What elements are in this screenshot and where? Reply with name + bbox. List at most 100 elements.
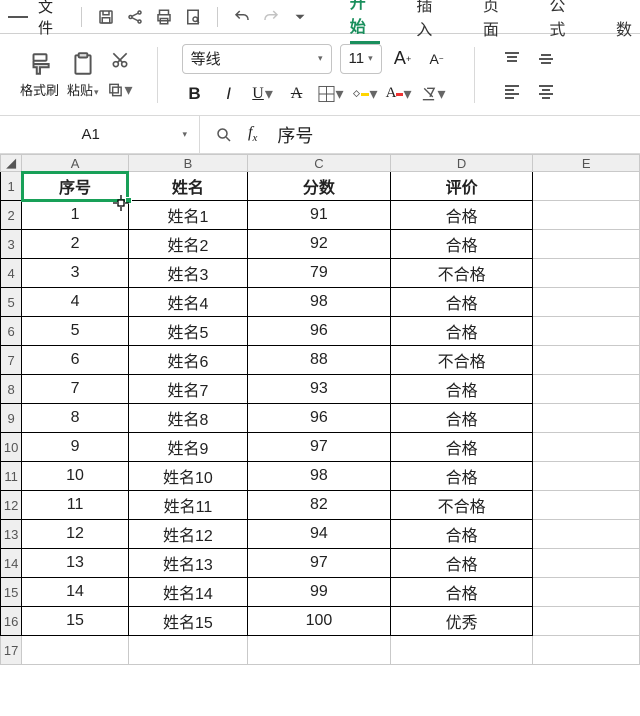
cell-E1[interactable] bbox=[533, 172, 640, 201]
cell[interactable]: 不合格 bbox=[390, 346, 533, 375]
col-header-E[interactable]: E bbox=[533, 155, 640, 172]
cell[interactable]: 99 bbox=[248, 578, 391, 607]
row-header[interactable]: 9 bbox=[1, 404, 22, 433]
cell[interactable] bbox=[533, 346, 640, 375]
cell[interactable]: 姓名12 bbox=[128, 520, 247, 549]
cell-A1[interactable]: 序号 bbox=[22, 172, 129, 201]
italic-icon[interactable]: I bbox=[216, 82, 242, 106]
zoom-icon[interactable] bbox=[214, 125, 234, 145]
cell[interactable]: 4 bbox=[22, 288, 129, 317]
cell-D1[interactable]: 评价 bbox=[390, 172, 533, 201]
cell[interactable] bbox=[533, 578, 640, 607]
cell[interactable] bbox=[533, 636, 640, 665]
row-header[interactable]: 12 bbox=[1, 491, 22, 520]
cell[interactable]: 优秀 bbox=[390, 607, 533, 636]
cell[interactable]: 不合格 bbox=[390, 259, 533, 288]
cell[interactable]: 合格 bbox=[390, 549, 533, 578]
save-icon[interactable] bbox=[96, 7, 115, 27]
format-painter-button[interactable]: 格式刷 bbox=[20, 50, 59, 99]
cell[interactable]: 合格 bbox=[390, 317, 533, 346]
cell[interactable]: 姓名15 bbox=[128, 607, 247, 636]
copy-icon[interactable]: ▾ bbox=[107, 78, 133, 102]
cell[interactable]: 合格 bbox=[390, 404, 533, 433]
cell[interactable] bbox=[533, 259, 640, 288]
cell[interactable] bbox=[533, 288, 640, 317]
cell[interactable]: 15 bbox=[22, 607, 129, 636]
cell[interactable]: 不合格 bbox=[390, 491, 533, 520]
align-middle-icon[interactable] bbox=[533, 47, 559, 71]
cell[interactable]: 98 bbox=[248, 462, 391, 491]
cell[interactable]: 6 bbox=[22, 346, 129, 375]
col-header-C[interactable]: C bbox=[248, 155, 391, 172]
cell[interactable]: 12 bbox=[22, 520, 129, 549]
fx-icon[interactable]: fx bbox=[248, 124, 257, 144]
cell[interactable]: 合格 bbox=[390, 578, 533, 607]
cell[interactable] bbox=[248, 636, 391, 665]
cell[interactable] bbox=[533, 201, 640, 230]
cell[interactable]: 姓名5 bbox=[128, 317, 247, 346]
cell[interactable] bbox=[533, 520, 640, 549]
cell[interactable]: 3 bbox=[22, 259, 129, 288]
name-box[interactable]: A1 ▾ bbox=[0, 116, 200, 153]
cell[interactable] bbox=[533, 230, 640, 259]
cell[interactable]: 姓名14 bbox=[128, 578, 247, 607]
cell[interactable] bbox=[533, 607, 640, 636]
cell[interactable]: 96 bbox=[248, 317, 391, 346]
cell[interactable]: 合格 bbox=[390, 288, 533, 317]
align-top-icon[interactable] bbox=[499, 47, 525, 71]
col-header-D[interactable]: D bbox=[390, 155, 533, 172]
cell[interactable]: 姓名2 bbox=[128, 230, 247, 259]
cell[interactable]: 姓名7 bbox=[128, 375, 247, 404]
cell[interactable]: 96 bbox=[248, 404, 391, 433]
col-header-A[interactable]: A bbox=[22, 155, 129, 172]
row-header[interactable]: 1 bbox=[1, 172, 22, 201]
row-header[interactable]: 17 bbox=[1, 636, 22, 665]
row-header[interactable]: 8 bbox=[1, 375, 22, 404]
row-header[interactable]: 10 bbox=[1, 433, 22, 462]
cell[interactable]: 10 bbox=[22, 462, 129, 491]
cell[interactable]: 姓名1 bbox=[128, 201, 247, 230]
cut-icon[interactable] bbox=[107, 48, 133, 72]
cell[interactable]: 92 bbox=[248, 230, 391, 259]
font-size-select[interactable]: 11▾ bbox=[340, 44, 382, 74]
bold-icon[interactable]: B bbox=[182, 82, 208, 106]
select-all-corner[interactable]: ◢ bbox=[1, 155, 22, 172]
row-header[interactable]: 13 bbox=[1, 520, 22, 549]
font-color-icon[interactable]: A▾ bbox=[386, 82, 412, 106]
row-header[interactable]: 3 bbox=[1, 230, 22, 259]
redo-icon[interactable] bbox=[261, 7, 280, 27]
undo-icon[interactable] bbox=[232, 7, 251, 27]
cell[interactable]: 合格 bbox=[390, 201, 533, 230]
cell-C1[interactable]: 分数 bbox=[248, 172, 391, 201]
row-header[interactable]: 11 bbox=[1, 462, 22, 491]
cell[interactable]: 98 bbox=[248, 288, 391, 317]
decrease-font-icon[interactable]: A− bbox=[424, 47, 450, 71]
cell[interactable]: 7 bbox=[22, 375, 129, 404]
row-header[interactable]: 2 bbox=[1, 201, 22, 230]
cell[interactable]: 79 bbox=[248, 259, 391, 288]
cell-B1[interactable]: 姓名 bbox=[128, 172, 247, 201]
row-header[interactable]: 5 bbox=[1, 288, 22, 317]
row-header[interactable]: 6 bbox=[1, 317, 22, 346]
cell[interactable]: 13 bbox=[22, 549, 129, 578]
increase-font-icon[interactable]: A+ bbox=[390, 47, 416, 71]
cell[interactable] bbox=[22, 636, 129, 665]
chevron-down-icon[interactable]: ▾ bbox=[182, 129, 187, 140]
cell[interactable]: 姓名3 bbox=[128, 259, 247, 288]
cell[interactable]: 合格 bbox=[390, 433, 533, 462]
cell[interactable]: 姓名9 bbox=[128, 433, 247, 462]
cell[interactable]: 姓名10 bbox=[128, 462, 247, 491]
more-dropdown-icon[interactable] bbox=[290, 7, 309, 27]
row-header[interactable]: 14 bbox=[1, 549, 22, 578]
row-header[interactable]: 4 bbox=[1, 259, 22, 288]
cell[interactable] bbox=[533, 404, 640, 433]
spreadsheet-grid[interactable]: ◢ A B C D E 1 序号 姓名 分数 评价 21姓名191合格32姓名2… bbox=[0, 154, 640, 665]
cell[interactable] bbox=[533, 375, 640, 404]
row-header[interactable]: 16 bbox=[1, 607, 22, 636]
underline-icon[interactable]: U▾ bbox=[250, 82, 276, 106]
col-header-B[interactable]: B bbox=[128, 155, 247, 172]
cell[interactable]: 11 bbox=[22, 491, 129, 520]
cell[interactable]: 姓名13 bbox=[128, 549, 247, 578]
cell[interactable]: 2 bbox=[22, 230, 129, 259]
cell[interactable]: 8 bbox=[22, 404, 129, 433]
